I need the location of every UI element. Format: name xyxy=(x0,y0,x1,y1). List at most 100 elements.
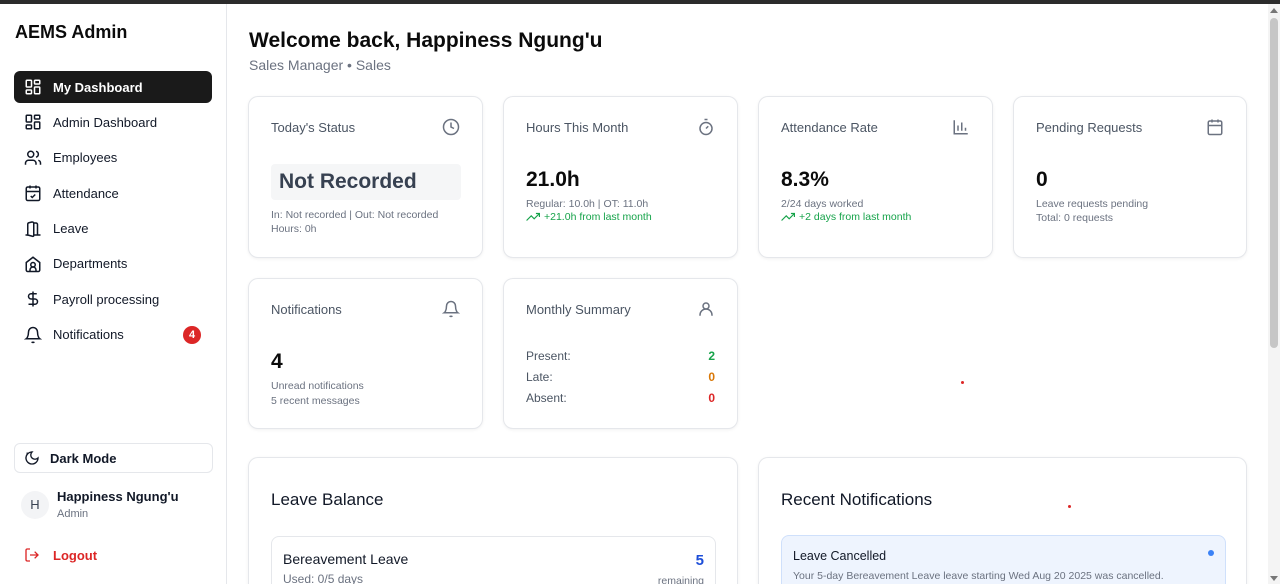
stray-dot xyxy=(1068,505,1071,508)
page-subtitle: Sales Manager • Sales xyxy=(249,57,391,73)
logout-icon xyxy=(24,547,40,563)
attendance-trend-text: +2 days from last month xyxy=(799,211,912,223)
building-icon xyxy=(24,255,42,273)
dark-mode-label: Dark Mode xyxy=(50,450,117,466)
sidebar-item-label: Departments xyxy=(53,256,128,272)
card-title: Pending Requests xyxy=(1036,120,1143,135)
absent-label: Absent: xyxy=(526,391,567,405)
layout-dashboard-icon xyxy=(24,78,42,96)
card-title: Attendance Rate xyxy=(781,120,878,135)
leave-remaining-label: remaining xyxy=(657,575,704,584)
hours-trend: +21.0h from last month xyxy=(526,211,652,223)
pending-total: Total: 0 requests xyxy=(1036,212,1114,224)
leave-balance-card: Leave Balance Bereavement Leave Used: 0/… xyxy=(248,457,738,584)
hours-trend-text: +21.0h from last month xyxy=(544,211,652,223)
user-name: Happiness Ngung'u xyxy=(57,489,179,504)
sidebar-item-label: Notifications xyxy=(53,327,124,343)
scroll-down-arrow[interactable] xyxy=(1270,576,1278,581)
sidebar-item-my-dashboard[interactable]: My Dashboard xyxy=(14,71,212,103)
user-icon xyxy=(697,300,715,318)
sidebar-item-admin-dashboard[interactable]: Admin Dashboard xyxy=(14,106,212,138)
present-label: Present: xyxy=(526,349,571,363)
section-title: Recent Notifications xyxy=(781,490,933,509)
late-label: Late: xyxy=(526,370,553,384)
recent-notifications-card: Recent Notifications Leave Cancelled You… xyxy=(758,457,1247,584)
sidebar-item-label: Admin Dashboard xyxy=(53,114,158,130)
sidebar-item-label: Leave xyxy=(53,221,89,237)
scroll-thumb[interactable] xyxy=(1270,18,1278,348)
status-hours: Hours: 0h xyxy=(271,223,317,235)
sidebar-item-label: Payroll processing xyxy=(53,291,160,307)
calendar-check-icon xyxy=(24,184,42,202)
hours-value: 21.0h xyxy=(526,168,580,191)
bell-icon xyxy=(24,326,42,344)
notifications-value: 4 xyxy=(271,350,283,373)
leave-used: Used: 0/5 days xyxy=(283,572,364,584)
hours-this-month-card: Hours This Month 21.0h Regular: 10.0h | … xyxy=(503,96,738,258)
avatar: H xyxy=(21,490,49,519)
sidebar: AEMS Admin My Dashboard Admin Dashboard … xyxy=(0,4,227,584)
attendance-rate-card: Attendance Rate 8.3% 2/24 days worked +2… xyxy=(758,96,993,258)
recent-messages-text: 5 recent messages xyxy=(271,395,360,407)
notification-title: Leave Cancelled xyxy=(793,549,887,563)
sidebar-item-leave[interactable]: Leave xyxy=(14,213,212,245)
scroll-up-arrow[interactable] xyxy=(1270,8,1278,13)
leave-balance-item[interactable]: Bereavement Leave Used: 0/5 days 5 remai… xyxy=(271,536,716,584)
sidebar-item-employees[interactable]: Employees xyxy=(14,142,212,174)
logout-button[interactable]: Logout xyxy=(24,547,97,563)
summary-present-row: Present: 2 xyxy=(526,349,715,363)
logout-label: Logout xyxy=(53,547,98,563)
user-profile[interactable]: H Happiness Ngung'u Admin xyxy=(21,489,179,520)
late-value: 0 xyxy=(708,370,715,384)
present-value: 2 xyxy=(708,349,715,363)
page-title: Welcome back, Happiness Ngung'u xyxy=(249,29,603,52)
todays-status-card: Today's Status Not Recorded In: Not reco… xyxy=(248,96,483,258)
page-scrollbar[interactable] xyxy=(1268,4,1280,584)
card-title: Today's Status xyxy=(271,120,356,135)
notification-message: Your 5-day Bereavement Leave leave start… xyxy=(793,570,1164,582)
notifications-card: Notifications 4 Unread notifications 5 r… xyxy=(248,278,483,429)
leave-remaining-count: 5 xyxy=(695,552,704,569)
sidebar-item-label: Employees xyxy=(53,150,118,166)
trending-up-icon xyxy=(526,213,540,222)
layout-dashboard-icon xyxy=(24,113,42,131)
notification-count-badge: 4 xyxy=(183,325,201,344)
sidebar-item-notifications[interactable]: Notifications 4 xyxy=(14,319,212,351)
hours-breakdown: Regular: 10.0h | OT: 11.0h xyxy=(526,198,649,210)
card-title: Monthly Summary xyxy=(526,302,631,317)
clock-icon xyxy=(442,118,460,136)
sidebar-item-departments[interactable]: Departments xyxy=(14,248,212,280)
users-icon xyxy=(24,149,42,167)
app-title: AEMS Admin xyxy=(15,22,128,42)
bell-icon xyxy=(441,300,461,318)
absent-value: 0 xyxy=(708,391,715,405)
door-open-icon xyxy=(24,220,42,238)
summary-late-row: Late: 0 xyxy=(526,370,715,384)
unread-notifications-text: Unread notifications xyxy=(271,380,364,392)
status-in-out: In: Not recorded | Out: Not recorded xyxy=(271,209,439,221)
calendar-icon xyxy=(1206,118,1224,136)
card-title: Notifications xyxy=(271,302,342,317)
sidebar-item-label: Attendance xyxy=(53,185,119,201)
unread-dot xyxy=(1208,550,1214,556)
sidebar-nav: My Dashboard Admin Dashboard Employees A… xyxy=(14,71,212,354)
leave-type-name: Bereavement Leave xyxy=(283,551,409,567)
pending-value: 0 xyxy=(1036,168,1048,191)
timer-icon xyxy=(697,118,715,136)
attendance-trend: +2 days from last month xyxy=(781,211,911,223)
bar-chart-icon xyxy=(952,118,970,136)
moon-icon xyxy=(24,450,40,466)
trending-up-icon xyxy=(781,213,795,222)
summary-absent-row: Absent: 0 xyxy=(526,391,715,405)
sidebar-item-attendance[interactable]: Attendance xyxy=(14,177,212,209)
status-value: Not Recorded xyxy=(271,164,461,200)
attendance-days: 2/24 days worked xyxy=(781,198,864,210)
monthly-summary-card: Monthly Summary Present: 2 Late: 0 Absen… xyxy=(503,278,738,429)
dark-mode-toggle[interactable]: Dark Mode xyxy=(14,443,213,473)
dollar-icon xyxy=(24,290,42,308)
notification-item[interactable]: Leave Cancelled Your 5-day Bereavement L… xyxy=(781,535,1226,584)
pending-leave-text: Leave requests pending xyxy=(1036,198,1149,210)
stray-dot xyxy=(961,381,964,384)
sidebar-item-payroll-processing[interactable]: Payroll processing xyxy=(14,283,212,315)
attendance-value: 8.3% xyxy=(781,168,829,191)
